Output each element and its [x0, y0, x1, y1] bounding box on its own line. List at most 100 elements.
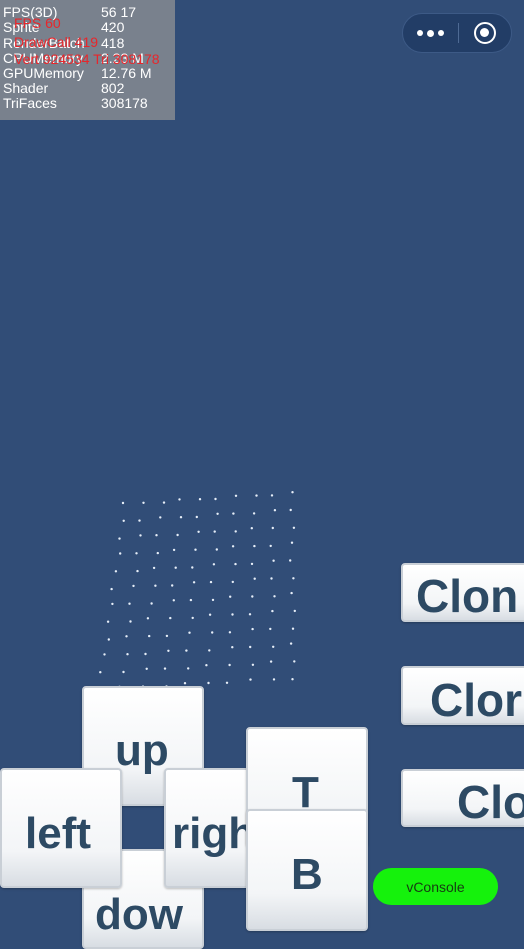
particle-dot — [216, 512, 219, 515]
particle-dot — [293, 660, 296, 663]
particle-dot — [169, 616, 172, 620]
particle-dot — [231, 646, 234, 649]
particle-dot — [174, 566, 177, 569]
particle-dot — [132, 584, 135, 588]
particle-dot — [292, 526, 296, 529]
particle-dot — [212, 563, 216, 566]
particle-dot — [176, 533, 179, 537]
particle-dot — [178, 498, 181, 501]
particle-dot — [231, 580, 234, 584]
up-button-label: up — [115, 726, 169, 775]
particle-dot — [121, 501, 125, 505]
clone-button-2-label: Clor — [430, 674, 522, 725]
particle-dot — [191, 566, 194, 569]
particle-dot — [99, 671, 102, 674]
particle-dot — [252, 512, 256, 515]
particle-dot — [197, 530, 200, 533]
particle-dot — [159, 516, 162, 519]
clone-button-1[interactable]: Clon — [401, 563, 524, 622]
particle-dot — [255, 494, 258, 497]
particle-dot — [195, 515, 198, 519]
particle-dot — [225, 681, 229, 684]
particle-dot — [142, 501, 145, 504]
particle-dot — [155, 534, 158, 537]
particle-dot — [144, 652, 147, 656]
bottom-button-label: B — [291, 850, 323, 899]
particle-dot — [211, 598, 215, 602]
particle-dot — [122, 519, 125, 522]
particle-dot — [111, 602, 114, 606]
particle-dot — [248, 613, 252, 616]
particle-dot — [249, 678, 252, 681]
particle-dot — [136, 569, 139, 573]
particle-dot — [290, 541, 294, 544]
particle-dot — [163, 667, 167, 670]
particle-dot — [122, 670, 125, 674]
particle-dot — [270, 577, 273, 580]
particle-dot — [148, 634, 151, 638]
particle-dot — [145, 667, 148, 670]
particle-dot — [291, 678, 294, 681]
particle-dot — [146, 617, 150, 620]
particle-dot — [126, 653, 129, 656]
particle-dot — [234, 494, 238, 497]
particle-dot — [291, 491, 294, 494]
particle-dot — [211, 631, 214, 634]
particle-dot — [154, 584, 157, 587]
particle-dot — [208, 613, 212, 616]
particle-dot — [270, 494, 274, 497]
particle-dot — [198, 498, 202, 501]
particle-dot — [251, 663, 255, 666]
particle-dot — [251, 595, 254, 598]
particle-dot — [188, 631, 191, 634]
left-button[interactable]: left — [0, 768, 122, 888]
particle-dot — [208, 649, 211, 652]
clone-button-3-label: Clo — [457, 776, 524, 827]
particle-dot — [209, 580, 213, 584]
particle-dot — [179, 516, 183, 519]
down-button-label: dow — [95, 890, 183, 939]
particle-dot — [183, 682, 187, 685]
particle-dot — [215, 548, 218, 551]
particle-dot — [103, 653, 106, 656]
particle-dot — [293, 609, 296, 613]
particle-dot — [271, 609, 274, 613]
bottom-button[interactable]: B — [246, 809, 368, 931]
particle-dot — [269, 660, 273, 663]
particle-dot — [231, 545, 235, 548]
particle-dot — [234, 530, 237, 533]
particle-dot — [171, 584, 174, 587]
right-button-label: righ — [172, 809, 256, 858]
particle-dot — [289, 508, 292, 512]
clone-button-1-label: Clon — [416, 570, 519, 622]
particle-dot — [229, 595, 232, 598]
particle-dot — [150, 602, 153, 605]
particle-dot — [185, 649, 188, 652]
particle-dot — [292, 577, 295, 580]
particle-dot — [272, 645, 275, 648]
particle-dot — [253, 544, 256, 548]
particle-dot — [128, 602, 131, 605]
clone-button-3[interactable]: Clo — [401, 769, 524, 827]
particle-dot — [194, 548, 197, 551]
particle-dot — [272, 559, 275, 562]
particle-dot — [110, 587, 113, 591]
vconsole-button[interactable]: vConsole — [373, 868, 498, 905]
particle-dot — [135, 552, 138, 555]
particle-dot — [289, 642, 293, 645]
particle-dot — [172, 548, 176, 552]
particle-dot — [289, 559, 292, 562]
clone-button-2[interactable]: Clor — [401, 666, 524, 725]
particle-dot — [152, 566, 156, 570]
particle-dot — [249, 645, 252, 649]
particle-dot — [290, 591, 293, 595]
particle-dot — [273, 595, 276, 598]
particle-dot — [291, 627, 295, 630]
particle-dot — [106, 620, 110, 623]
particle-dot — [118, 537, 121, 540]
particle-dot — [125, 635, 128, 638]
particle-dot — [273, 509, 277, 512]
particle-dot — [156, 551, 159, 555]
particle-dot — [119, 552, 122, 555]
particle-dot — [269, 627, 272, 631]
